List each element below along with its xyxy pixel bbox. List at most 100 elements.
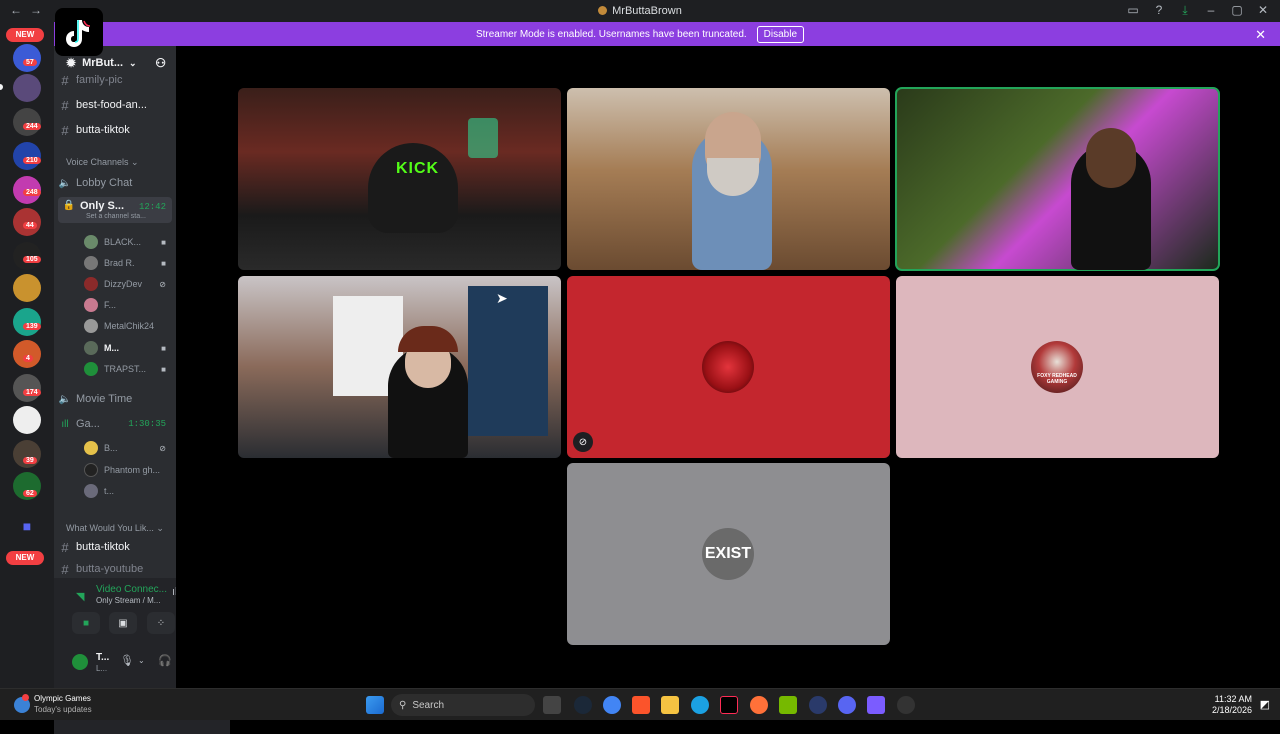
maximize-button[interactable]: ▢	[1230, 3, 1244, 18]
mention-badge: 139	[23, 323, 41, 330]
steam-icon[interactable]	[574, 696, 592, 714]
obs-icon[interactable]	[897, 696, 915, 714]
nvidia-icon[interactable]	[779, 696, 797, 714]
hash-icon: #	[61, 122, 69, 138]
voice-user[interactable]: TRAPST... ■	[84, 359, 174, 379]
server-icon[interactable]	[13, 406, 41, 434]
voice-status[interactable]: Video Connec...	[96, 584, 167, 595]
avatar	[84, 441, 98, 455]
minimize-button[interactable]: –	[1204, 3, 1218, 18]
voice-user[interactable]: DizzyDev ⊘	[84, 274, 174, 294]
chevron-down-icon[interactable]: ⌄	[138, 656, 145, 665]
voice-channel-link[interactable]: Only Stream / M...	[96, 596, 160, 605]
channel-best-food[interactable]: # best-food-an...	[54, 96, 176, 114]
download-icon[interactable]: ⤓	[1178, 3, 1192, 18]
new-badge: NEW	[6, 28, 44, 42]
user-label: BLACK...	[104, 237, 142, 247]
chevron-down-icon: ⌄	[129, 57, 137, 68]
voice-channel-games[interactable]: ıll Ga... 1:30:35	[54, 415, 176, 433]
channel-family-pic[interactable]: # family-pic	[54, 74, 176, 86]
avatar-tile[interactable]: EXIST	[567, 463, 890, 645]
camera-button[interactable]: ■	[72, 612, 100, 634]
voice-user[interactable]: B... ⊘	[84, 438, 174, 458]
voice-user[interactable]: Phantom gh...	[84, 460, 174, 480]
voice-user[interactable]: M... ■	[84, 338, 174, 358]
news-subtitle[interactable]: Today's updates	[34, 705, 92, 714]
voice-channel-only-stream[interactable]: 🔒 Only S... 12:42 Set a channel sta...	[58, 197, 172, 223]
server-icon[interactable]	[13, 108, 41, 136]
taskbar-search[interactable]: ⚲ Search	[391, 694, 535, 716]
video-tile[interactable]	[567, 88, 890, 270]
notifications-icon[interactable]: ◩	[1260, 698, 1270, 711]
channel-butta-tiktok[interactable]: # butta-tiktok	[54, 121, 176, 139]
person-silhouette	[368, 143, 458, 233]
user-status: L...	[96, 664, 108, 673]
category-label: Voice Channels	[66, 157, 129, 167]
close-banner-icon[interactable]: ✕	[1255, 27, 1266, 43]
voice-user[interactable]: BLACK... ■	[84, 232, 174, 252]
app-icon[interactable]	[867, 696, 885, 714]
voice-channel-lobby[interactable]: 🔈 Lobby Chat	[54, 174, 176, 192]
brave-icon[interactable]	[632, 696, 650, 714]
user-label: F...	[104, 300, 117, 310]
category-what-would[interactable]: What Would You Lik... ⌄	[66, 523, 164, 534]
camera-icon: ■	[161, 258, 166, 268]
user-avatar	[702, 341, 754, 393]
channel-label: Only S...	[80, 200, 125, 212]
signal-icon: ◥	[76, 591, 85, 603]
app-icon[interactable]	[809, 696, 827, 714]
disable-streamer-button[interactable]: Disable	[756, 25, 805, 43]
muted-icon: ⊘	[573, 432, 593, 452]
add-member-icon[interactable]: ⚇	[155, 56, 166, 70]
speaker-icon: 🔈	[58, 393, 72, 405]
avatar[interactable]	[72, 654, 88, 670]
system-clock[interactable]: 11:32 AM 2/18/2026	[1212, 694, 1252, 716]
category-voice[interactable]: Voice Channels ⌄	[66, 157, 139, 168]
server-icon[interactable]	[13, 374, 41, 402]
firefox-icon[interactable]	[750, 696, 768, 714]
speaker-icon: 🔈	[58, 177, 72, 189]
avatar-tile[interactable]: ⊘	[567, 276, 890, 458]
folder-icon[interactable]: ■	[13, 512, 41, 540]
avatar-tile[interactable]: FOXY REDHEAD GAMING	[896, 276, 1219, 458]
voice-user[interactable]: Brad R. ■	[84, 253, 174, 273]
avatar	[84, 362, 98, 376]
voice-channel-movie[interactable]: 🔈 Movie Time	[54, 390, 176, 408]
user-avatar: EXIST	[702, 528, 754, 580]
server-icon[interactable]	[13, 44, 41, 72]
voice-user[interactable]: MetalChik24	[84, 316, 174, 336]
channel-butta-youtube[interactable]: # butta-youtube	[54, 564, 176, 574]
microphone-icon[interactable]: 🎙	[120, 654, 134, 667]
video-tile-speaking[interactable]	[895, 87, 1220, 271]
tiktok-taskbar-icon[interactable]	[720, 696, 738, 714]
help-icon[interactable]: ?	[1152, 3, 1166, 18]
avatar-text: EXIST	[704, 545, 752, 562]
screenshare-button[interactable]: ▣	[109, 612, 137, 634]
news-title[interactable]: Olympic Games	[34, 694, 91, 703]
channel-status[interactable]: Set a channel sta...	[86, 213, 146, 220]
user-label: MetalChik24	[104, 321, 155, 331]
server-icon[interactable]	[13, 308, 41, 336]
activities-button[interactable]: ⁘	[147, 612, 175, 634]
search-label: Search	[412, 699, 445, 711]
task-view-icon[interactable]	[543, 696, 561, 714]
chrome-icon[interactable]	[603, 696, 621, 714]
inbox-icon[interactable]: ▭	[1126, 3, 1140, 18]
server-icon[interactable]	[13, 274, 41, 302]
start-icon[interactable]	[366, 696, 384, 714]
call-timer: 12:42	[138, 202, 166, 212]
video-tile[interactable]	[238, 276, 561, 458]
server-icon[interactable]	[13, 142, 41, 170]
edge-icon[interactable]	[691, 696, 709, 714]
notification-dot	[22, 694, 29, 701]
close-button[interactable]: ✕	[1256, 3, 1270, 18]
server-icon[interactable]	[13, 340, 41, 368]
voice-user[interactable]: F...	[84, 295, 174, 315]
video-tile[interactable]: KICK	[238, 88, 561, 270]
channel-butta-tiktok-2[interactable]: # butta-tiktok	[54, 538, 176, 556]
headphones-icon[interactable]: 🎧	[158, 654, 172, 667]
server-icon[interactable]	[13, 74, 41, 102]
file-explorer-icon[interactable]	[661, 696, 679, 714]
discord-icon[interactable]	[838, 696, 856, 714]
voice-user[interactable]: t...	[84, 481, 174, 501]
